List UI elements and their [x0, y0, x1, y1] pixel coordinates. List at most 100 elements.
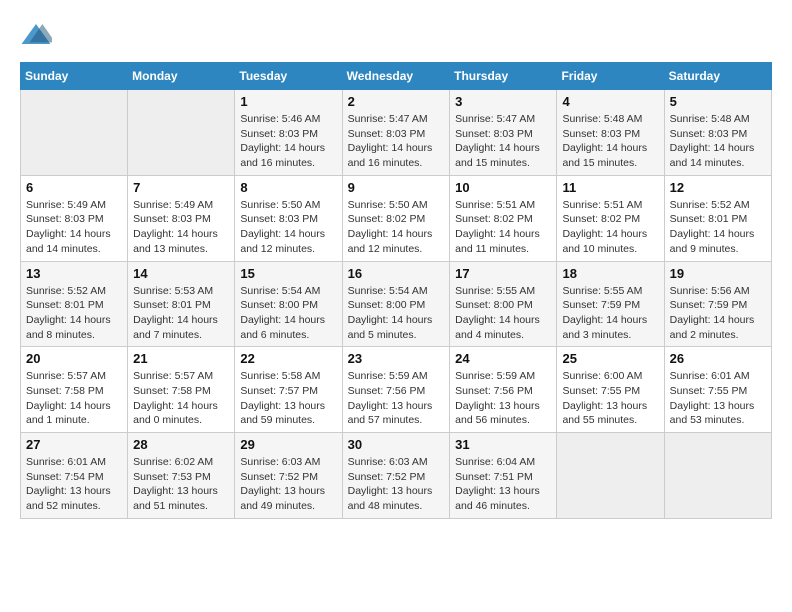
week-row-5: 27Sunrise: 6:01 AMSunset: 7:54 PMDayligh…	[21, 433, 772, 519]
day-info: Sunrise: 6:03 AMSunset: 7:52 PMDaylight:…	[348, 455, 445, 514]
day-number: 23	[348, 351, 445, 366]
calendar-cell: 28Sunrise: 6:02 AMSunset: 7:53 PMDayligh…	[128, 433, 235, 519]
calendar-cell: 20 Sunrise: 5:57 AMSunset: 7:58 PMDayligh…	[21, 347, 128, 433]
calendar-cell: 3 Sunrise: 5:47 AMSunset: 8:03 PMDaylight…	[450, 90, 557, 176]
calendar-cell: 31 Sunrise: 6:04 AMSunset: 7:51 PMDayligh…	[450, 433, 557, 519]
calendar-header: SundayMondayTuesdayWednesdayThursdayFrid…	[21, 63, 772, 90]
day-info: Sunrise: 5:47 AMSunset: 8:03 PMDaylight:…	[455, 112, 551, 171]
day-info: Sunrise: 5:47 AMSunset: 8:03 PMDaylight:…	[348, 112, 445, 171]
logo-icon	[20, 20, 52, 52]
day-info: Sunrise: 6:01 AMSunset: 7:55 PMDaylight:…	[670, 369, 766, 428]
day-info: Sunrise: 5:54 AMSunset: 8:00 PMDaylight:…	[240, 284, 336, 343]
calendar-cell: 17Sunrise: 5:55 AMSunset: 8:00 PMDayligh…	[450, 261, 557, 347]
day-number: 15	[240, 266, 336, 281]
calendar-cell: 5 Sunrise: 5:48 AMSunset: 8:03 PMDaylight…	[664, 90, 771, 176]
day-number: 1	[240, 94, 336, 109]
day-info: Sunrise: 6:04 AMSunset: 7:51 PMDaylight:…	[455, 455, 551, 514]
day-header-thursday: Thursday	[450, 63, 557, 90]
day-number: 24	[455, 351, 551, 366]
day-info: Sunrise: 5:52 AMSunset: 8:01 PMDaylight:…	[670, 198, 766, 257]
day-info: Sunrise: 5:59 AMSunset: 7:56 PMDaylight:…	[455, 369, 551, 428]
day-header-wednesday: Wednesday	[342, 63, 450, 90]
calendar-cell: 15 Sunrise: 5:54 AMSunset: 8:00 PMDayligh…	[235, 261, 342, 347]
week-row-4: 20 Sunrise: 5:57 AMSunset: 7:58 PMDayligh…	[21, 347, 772, 433]
day-info: Sunrise: 5:48 AMSunset: 8:03 PMDaylight:…	[670, 112, 766, 171]
day-info: Sunrise: 5:50 AMSunset: 8:02 PMDaylight:…	[348, 198, 445, 257]
calendar-cell	[21, 90, 128, 176]
day-number: 31	[455, 437, 551, 452]
calendar-cell: 26Sunrise: 6:01 AMSunset: 7:55 PMDayligh…	[664, 347, 771, 433]
calendar-cell	[128, 90, 235, 176]
calendar-cell: 6 Sunrise: 5:49 AMSunset: 8:03 PMDaylight…	[21, 175, 128, 261]
days-of-week-row: SundayMondayTuesdayWednesdayThursdayFrid…	[21, 63, 772, 90]
day-number: 28	[133, 437, 229, 452]
day-number: 20	[26, 351, 122, 366]
day-number: 6	[26, 180, 122, 195]
day-info: Sunrise: 5:54 AMSunset: 8:00 PMDaylight:…	[348, 284, 445, 343]
day-number: 9	[348, 180, 445, 195]
week-row-1: 1 Sunrise: 5:46 AMSunset: 8:03 PMDaylight…	[21, 90, 772, 176]
day-number: 14	[133, 266, 229, 281]
calendar-cell: 18 Sunrise: 5:55 AMSunset: 7:59 PMDayligh…	[557, 261, 664, 347]
calendar-cell: 30 Sunrise: 6:03 AMSunset: 7:52 PMDayligh…	[342, 433, 450, 519]
calendar-cell: 29Sunrise: 6:03 AMSunset: 7:52 PMDayligh…	[235, 433, 342, 519]
day-number: 4	[562, 94, 658, 109]
page-header	[20, 20, 772, 52]
day-number: 2	[348, 94, 445, 109]
day-number: 22	[240, 351, 336, 366]
day-info: Sunrise: 5:52 AMSunset: 8:01 PMDaylight:…	[26, 284, 122, 343]
calendar-cell: 1 Sunrise: 5:46 AMSunset: 8:03 PMDaylight…	[235, 90, 342, 176]
calendar-body: 1 Sunrise: 5:46 AMSunset: 8:03 PMDaylight…	[21, 90, 772, 519]
day-number: 17	[455, 266, 551, 281]
calendar-cell: 2 Sunrise: 5:47 AMSunset: 8:03 PMDaylight…	[342, 90, 450, 176]
calendar-cell: 22 Sunrise: 5:58 AMSunset: 7:57 PMDayligh…	[235, 347, 342, 433]
day-info: Sunrise: 5:49 AMSunset: 8:03 PMDaylight:…	[133, 198, 229, 257]
calendar-cell: 9 Sunrise: 5:50 AMSunset: 8:02 PMDaylight…	[342, 175, 450, 261]
day-number: 18	[562, 266, 658, 281]
calendar-cell: 19Sunrise: 5:56 AMSunset: 7:59 PMDayligh…	[664, 261, 771, 347]
day-number: 5	[670, 94, 766, 109]
calendar-table: SundayMondayTuesdayWednesdayThursdayFrid…	[20, 62, 772, 519]
day-info: Sunrise: 5:53 AMSunset: 8:01 PMDaylight:…	[133, 284, 229, 343]
day-info: Sunrise: 5:51 AMSunset: 8:02 PMDaylight:…	[562, 198, 658, 257]
calendar-cell: 16 Sunrise: 5:54 AMSunset: 8:00 PMDayligh…	[342, 261, 450, 347]
day-number: 7	[133, 180, 229, 195]
calendar-cell: 11Sunrise: 5:51 AMSunset: 8:02 PMDayligh…	[557, 175, 664, 261]
day-header-sunday: Sunday	[21, 63, 128, 90]
week-row-2: 6 Sunrise: 5:49 AMSunset: 8:03 PMDaylight…	[21, 175, 772, 261]
day-header-saturday: Saturday	[664, 63, 771, 90]
day-info: Sunrise: 5:57 AMSunset: 7:58 PMDaylight:…	[26, 369, 122, 428]
day-number: 13	[26, 266, 122, 281]
day-number: 25	[562, 351, 658, 366]
calendar-cell: 4 Sunrise: 5:48 AMSunset: 8:03 PMDaylight…	[557, 90, 664, 176]
calendar-cell: 21 Sunrise: 5:57 AMSunset: 7:58 PMDayligh…	[128, 347, 235, 433]
day-info: Sunrise: 5:57 AMSunset: 7:58 PMDaylight:…	[133, 369, 229, 428]
calendar-cell: 14 Sunrise: 5:53 AMSunset: 8:01 PMDayligh…	[128, 261, 235, 347]
day-number: 29	[240, 437, 336, 452]
day-info: Sunrise: 5:49 AMSunset: 8:03 PMDaylight:…	[26, 198, 122, 257]
calendar-cell: 12 Sunrise: 5:52 AMSunset: 8:01 PMDayligh…	[664, 175, 771, 261]
calendar-cell: 27Sunrise: 6:01 AMSunset: 7:54 PMDayligh…	[21, 433, 128, 519]
day-info: Sunrise: 5:50 AMSunset: 8:03 PMDaylight:…	[240, 198, 336, 257]
day-header-monday: Monday	[128, 63, 235, 90]
calendar-cell: 7 Sunrise: 5:49 AMSunset: 8:03 PMDaylight…	[128, 175, 235, 261]
day-number: 19	[670, 266, 766, 281]
day-info: Sunrise: 5:48 AMSunset: 8:03 PMDaylight:…	[562, 112, 658, 171]
calendar-cell: 25Sunrise: 6:00 AMSunset: 7:55 PMDayligh…	[557, 347, 664, 433]
day-info: Sunrise: 5:46 AMSunset: 8:03 PMDaylight:…	[240, 112, 336, 171]
calendar-cell	[557, 433, 664, 519]
day-number: 10	[455, 180, 551, 195]
day-info: Sunrise: 5:58 AMSunset: 7:57 PMDaylight:…	[240, 369, 336, 428]
day-info: Sunrise: 5:55 AMSunset: 7:59 PMDaylight:…	[562, 284, 658, 343]
day-number: 21	[133, 351, 229, 366]
day-number: 12	[670, 180, 766, 195]
day-header-friday: Friday	[557, 63, 664, 90]
day-number: 3	[455, 94, 551, 109]
calendar-cell: 24 Sunrise: 5:59 AMSunset: 7:56 PMDayligh…	[450, 347, 557, 433]
day-number: 30	[348, 437, 445, 452]
day-number: 16	[348, 266, 445, 281]
calendar-cell: 10Sunrise: 5:51 AMSunset: 8:02 PMDayligh…	[450, 175, 557, 261]
day-info: Sunrise: 5:59 AMSunset: 7:56 PMDaylight:…	[348, 369, 445, 428]
calendar-cell: 13 Sunrise: 5:52 AMSunset: 8:01 PMDayligh…	[21, 261, 128, 347]
calendar-cell: 23 Sunrise: 5:59 AMSunset: 7:56 PMDayligh…	[342, 347, 450, 433]
